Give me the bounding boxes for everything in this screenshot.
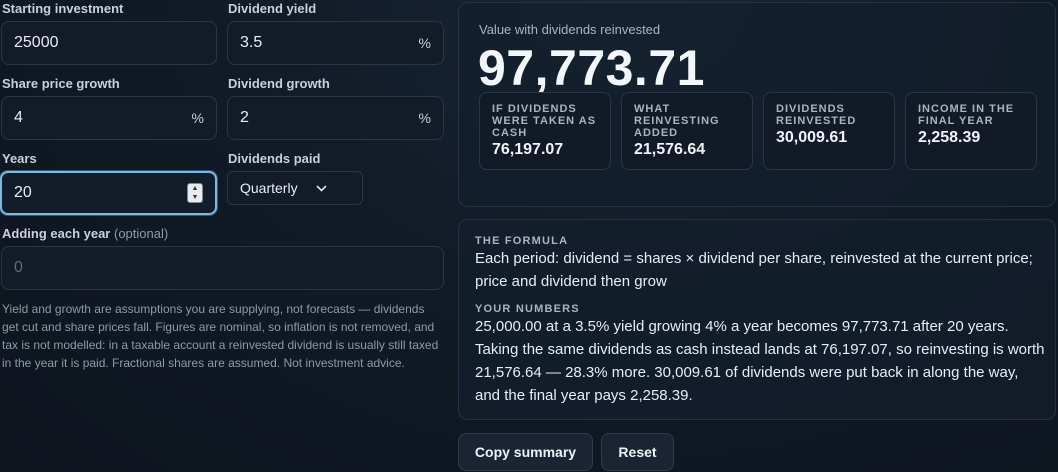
copy-summary-button[interactable]: Copy summary bbox=[458, 433, 593, 471]
dividend-growth-value: 2 bbox=[240, 109, 249, 126]
formula-heading: THE FORMULA bbox=[475, 235, 569, 247]
stat-value: 2,258.39 bbox=[918, 129, 981, 146]
share-price-growth-value: 4 bbox=[14, 109, 23, 126]
starting-investment-value: 25000 bbox=[14, 34, 59, 51]
dividend-yield-label: Dividend yield bbox=[228, 1, 317, 16]
dividends-paid-label: Dividends paid bbox=[228, 151, 321, 166]
dividends-paid-value: Quarterly bbox=[240, 180, 298, 196]
formula-text: Each period: dividend = shares × dividen… bbox=[475, 250, 1033, 290]
reset-button[interactable]: Reset bbox=[601, 433, 674, 471]
years-stepper[interactable]: ▲ ▼ bbox=[187, 183, 203, 203]
dividend-yield-value: 3.5 bbox=[240, 34, 263, 51]
years-input[interactable]: 20 ▲ ▼ bbox=[0, 171, 217, 215]
years-value: 20 bbox=[14, 184, 32, 201]
stat-label: What reinvesting added bbox=[634, 103, 720, 139]
stepper-down-icon[interactable]: ▼ bbox=[192, 194, 199, 201]
adding-each-year-label: Adding each year (optional) bbox=[2, 226, 168, 241]
share-price-growth-label: Share price growth bbox=[2, 76, 120, 91]
result-label: Value with dividends reinvested bbox=[479, 22, 661, 37]
stat-value: 76,197.07 bbox=[492, 141, 564, 158]
stat-value: 21,576.64 bbox=[634, 141, 706, 158]
adding-each-year-input[interactable]: 0 bbox=[1, 246, 444, 290]
dividend-growth-label: Dividend growth bbox=[228, 76, 330, 91]
stat-label: Income in the final year bbox=[918, 103, 1015, 127]
dividend-growth-unit: % bbox=[418, 110, 431, 126]
adding-each-year-placeholder: 0 bbox=[14, 259, 23, 276]
starting-investment-label: Starting investment bbox=[2, 1, 124, 16]
optional-hint: (optional) bbox=[114, 226, 169, 241]
formula-card: THE FORMULA Each period: dividend = shar… bbox=[458, 219, 1056, 420]
share-price-growth-input[interactable]: 4 % bbox=[1, 96, 217, 140]
stepper-up-icon[interactable]: ▲ bbox=[192, 185, 199, 192]
your-numbers-text: 25,000.00 at a 3.5% yield growing 4% a y… bbox=[475, 318, 1045, 404]
dividend-yield-input[interactable]: 3.5 % bbox=[227, 21, 444, 65]
dividends-paid-select[interactable]: Quarterly bbox=[227, 171, 363, 205]
years-label: Years bbox=[2, 151, 37, 166]
stat-label: Dividends reinvested bbox=[776, 103, 857, 127]
stat-cash-instead: If dividends were taken as cash 76,197.0… bbox=[479, 92, 611, 170]
stat-value: 30,009.61 bbox=[776, 129, 848, 146]
dividend-yield-unit: % bbox=[418, 35, 431, 51]
starting-investment-input[interactable]: 25000 bbox=[1, 21, 217, 65]
adding-each-year-label-text: Adding each year bbox=[2, 226, 111, 241]
result-value: 97,773.71 bbox=[478, 40, 705, 96]
your-numbers-heading: YOUR NUMBERS bbox=[475, 303, 580, 315]
chevron-down-icon bbox=[316, 184, 327, 192]
stat-final-year-income: Income in the final year 2,258.39 bbox=[905, 92, 1037, 170]
stat-label: If dividends were taken as cash bbox=[492, 103, 597, 139]
dividend-growth-input[interactable]: 2 % bbox=[227, 96, 444, 140]
share-price-growth-unit: % bbox=[191, 110, 204, 126]
stat-dividends-reinvested: Dividends reinvested 30,009.61 bbox=[763, 92, 895, 170]
stat-reinvesting-added: What reinvesting added 21,576.64 bbox=[621, 92, 753, 170]
disclaimer-text: Yield and growth are assumptions you are… bbox=[2, 302, 439, 370]
result-card: Value with dividends reinvested 97,773.7… bbox=[458, 2, 1056, 207]
